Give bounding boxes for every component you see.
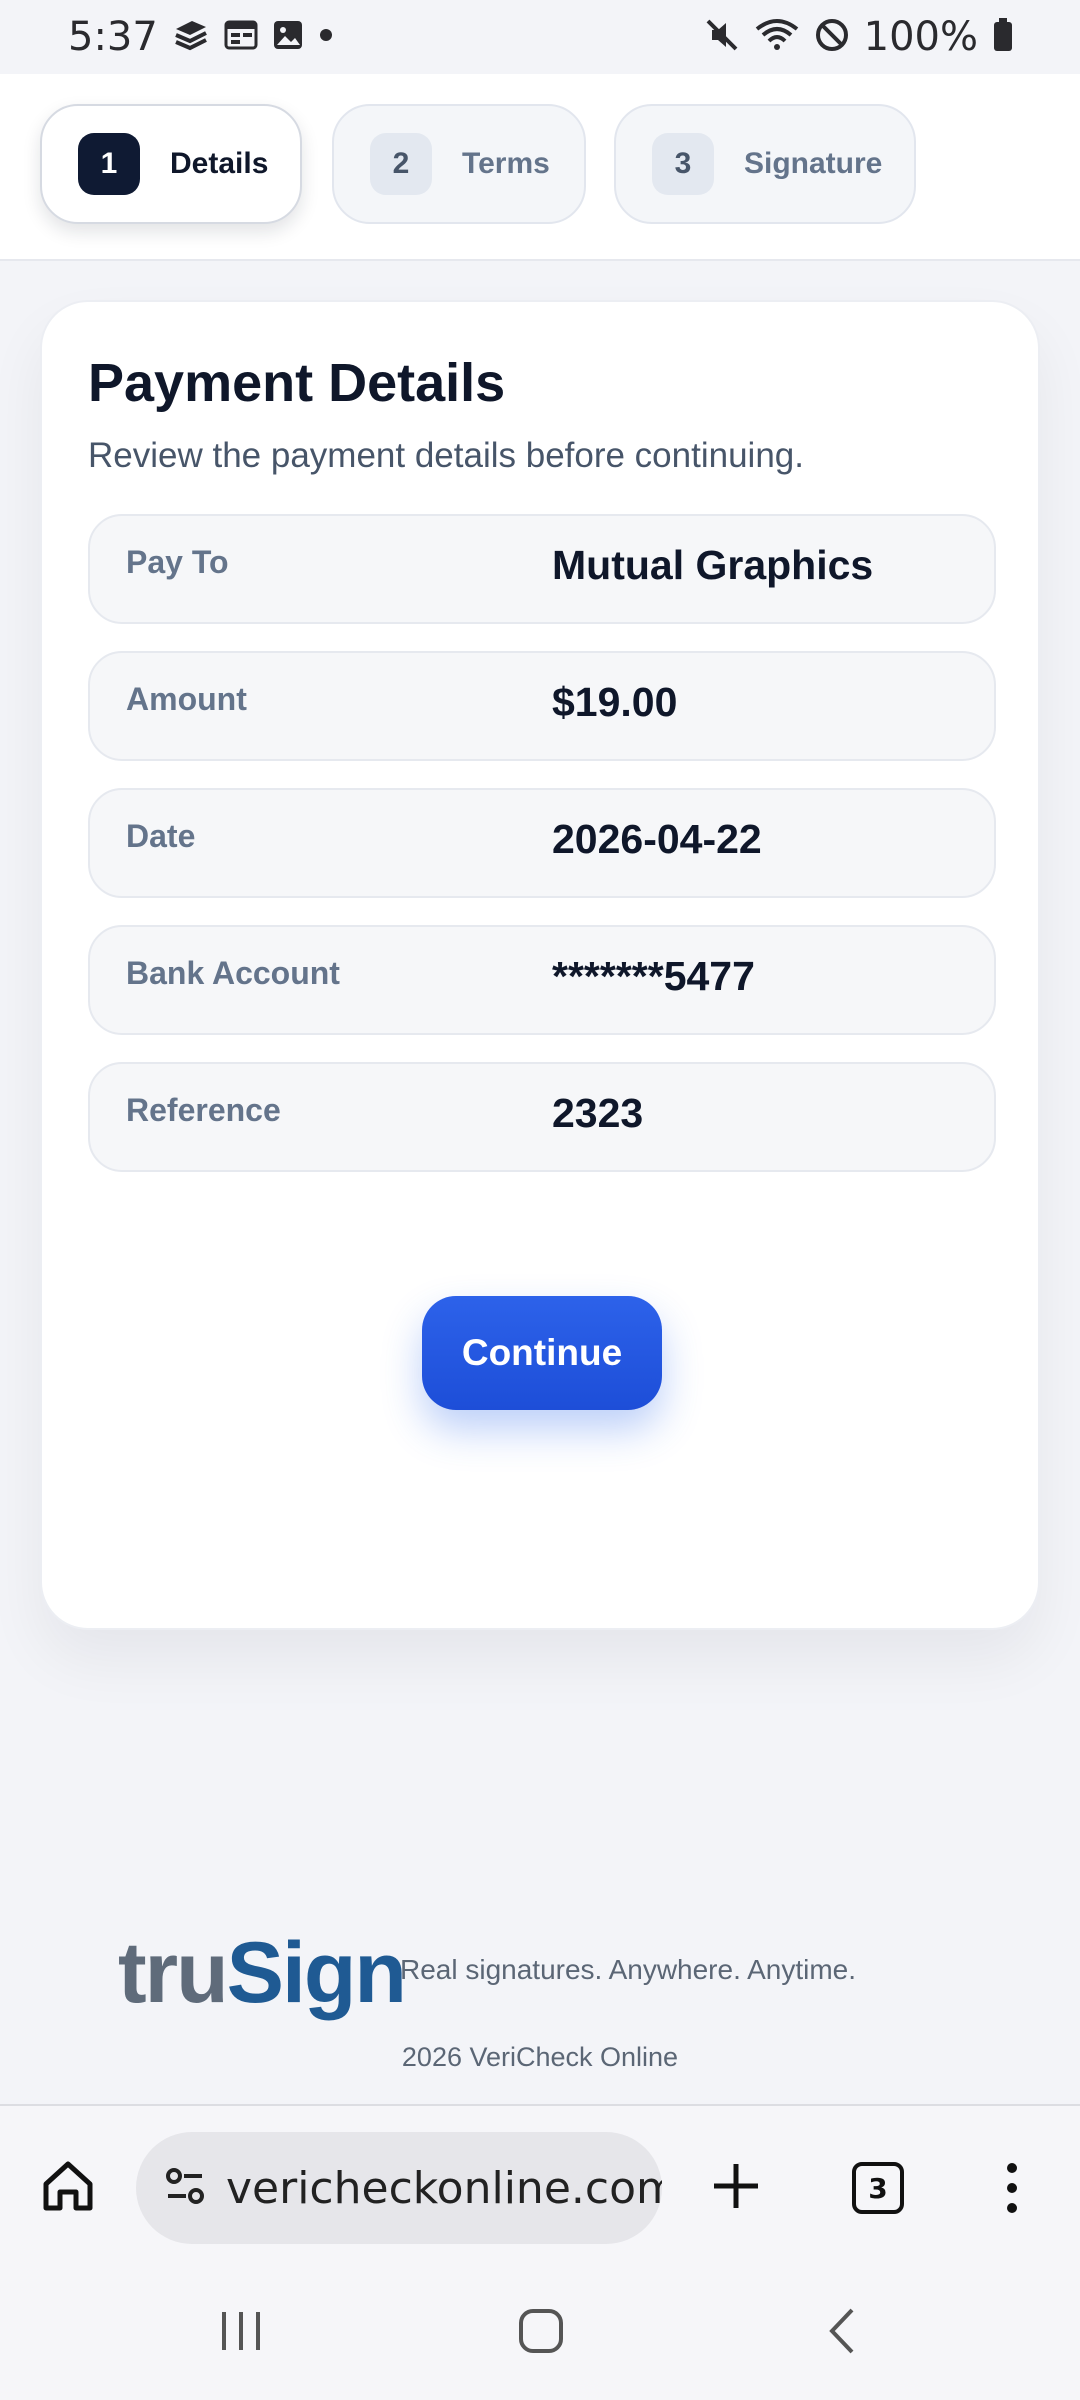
continue-button[interactable]: Continue xyxy=(422,1296,662,1410)
tab-switcher-button[interactable]: 3 xyxy=(852,2162,904,2214)
detail-row-bank-account: Bank Account *******5477 xyxy=(88,925,996,1035)
logo-sign: Sign xyxy=(226,1925,407,2021)
detail-label: Bank Account xyxy=(126,955,340,991)
detail-row-amount: Amount $19.00 xyxy=(88,651,996,761)
detail-row-reference: Reference 2323 xyxy=(88,1062,996,1172)
payment-details-card: Payment Details Review the payment detai… xyxy=(40,300,1040,1630)
back-icon[interactable] xyxy=(822,2306,862,2361)
step-number: 1 xyxy=(78,133,140,195)
detail-value: $19.00 xyxy=(552,679,678,725)
step-terms[interactable]: 2 Terms xyxy=(332,104,586,224)
battery-icon xyxy=(992,17,1014,57)
step-details[interactable]: 1 Details xyxy=(40,104,302,224)
status-time: 5:37 xyxy=(68,14,158,60)
calendar-icon xyxy=(224,19,258,55)
mute-icon xyxy=(704,17,740,57)
detail-value: Mutual Graphics xyxy=(552,542,874,588)
home-icon[interactable] xyxy=(40,2158,96,2219)
tagline: Real signatures. Anywhere. Anytime. xyxy=(400,1954,857,1985)
site-settings-icon[interactable] xyxy=(162,2163,208,2214)
new-tab-icon[interactable] xyxy=(710,2160,762,2217)
stack-icon xyxy=(172,17,210,57)
home-nav-icon[interactable] xyxy=(516,2306,566,2361)
system-navigation-bar xyxy=(0,2266,1080,2400)
status-right: 100% xyxy=(704,14,1014,60)
status-left: 5:37 xyxy=(68,14,334,60)
detail-label: Amount xyxy=(126,681,247,717)
recents-icon[interactable] xyxy=(216,2306,266,2361)
wifi-icon xyxy=(754,17,800,57)
step-label: Details xyxy=(170,147,269,180)
detail-label: Pay To xyxy=(126,544,229,580)
step-navigation: 1 Details 2 Terms 3 Signature xyxy=(0,74,1080,261)
battery-percent: 100% xyxy=(863,14,978,60)
copyright: 2026 VeriCheck Online xyxy=(401,2042,679,2072)
browser-toolbar: vericheckonline.com 3 xyxy=(0,2104,1080,2266)
step-number: 2 xyxy=(370,133,432,195)
page-title: Payment Details xyxy=(88,353,506,413)
detail-value: *******5477 xyxy=(552,953,755,999)
step-label: Terms xyxy=(462,147,550,180)
step-signature[interactable]: 3 Signature xyxy=(614,104,916,224)
step-label: Signature xyxy=(744,147,883,180)
detail-row-pay-to: Pay To Mutual Graphics xyxy=(88,514,996,624)
detail-value: 2323 xyxy=(552,1090,644,1136)
detail-label: Reference xyxy=(126,1092,281,1128)
page-subtitle: Review the payment details before contin… xyxy=(88,436,804,475)
logo-tru: tru xyxy=(118,1925,229,2021)
url-text: vericheckonline.com xyxy=(226,2162,662,2214)
detail-value: 2026-04-22 xyxy=(552,816,762,862)
image-icon xyxy=(272,19,304,55)
no-disturb-icon xyxy=(814,17,850,57)
address-bar[interactable]: vericheckonline.com xyxy=(136,2132,662,2244)
dot-icon xyxy=(318,27,334,47)
trusign-logo: truSign xyxy=(118,1924,407,2023)
status-bar: 5:37 100% xyxy=(0,0,1080,74)
step-number: 3 xyxy=(652,133,714,195)
tab-count: 3 xyxy=(868,2171,888,2205)
detail-row-date: Date 2026-04-22 xyxy=(88,788,996,898)
detail-label: Date xyxy=(126,818,196,854)
more-menu-icon[interactable] xyxy=(1000,2160,1024,2221)
